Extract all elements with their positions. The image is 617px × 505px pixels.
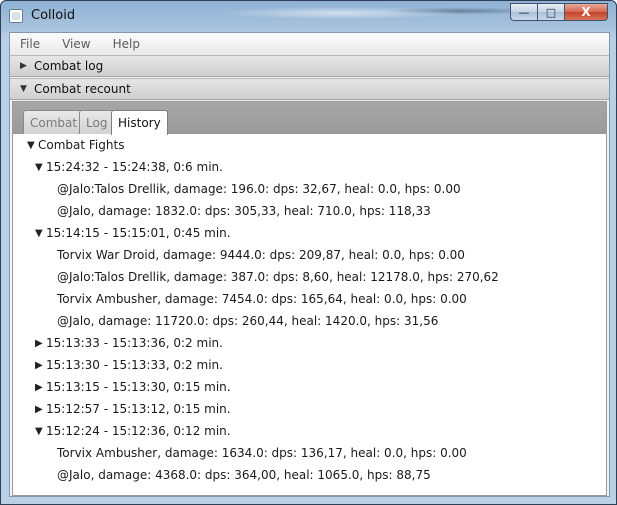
tree-expanded-icon[interactable]: ▼	[27, 140, 38, 151]
tree-item-combatant[interactable]: Torvix Ambusher, damage: 7454.0: dps: 16…	[13, 288, 606, 310]
tree-item-fight[interactable]: ▼ 15:14:15 - 15:15:01, 0:45 min.	[13, 222, 606, 244]
tree-item-combatant[interactable]: @Jalo:Talos Drellik, damage: 387.0: dps:…	[13, 266, 606, 288]
minimize-button[interactable]: —	[510, 3, 537, 21]
tree-collapsed-icon[interactable]: ▶	[35, 382, 46, 393]
tab-log[interactable]: Log	[79, 110, 115, 134]
tree-item-combatant[interactable]: Torvix Ambusher, damage: 1634.0: dps: 13…	[13, 442, 606, 464]
client-area: File View Help ▶ Combat log ▼ Combat rec…	[9, 32, 610, 497]
combatant-stats-label: @Jalo, damage: 1832.0: dps: 305,33, heal…	[57, 204, 431, 218]
caption-buttons: — □ X	[510, 3, 608, 21]
fight-time-label: 15:13:33 - 15:13:36, 0:2 min.	[46, 336, 223, 350]
combat-log-label: Combat log	[34, 59, 104, 73]
menu-view[interactable]: View	[62, 37, 90, 51]
tree-expanded-icon[interactable]: ▼	[35, 228, 46, 239]
tab-pane: Combat Log History ▼ Combat Fights ▼ 15:24:…	[12, 101, 607, 496]
tab-strip: Combat Log History	[13, 102, 606, 135]
tree-collapsed-icon[interactable]: ▶	[35, 338, 46, 349]
tree-root-label: Combat Fights	[38, 138, 125, 152]
combatant-stats-label: @Jalo, damage: 4368.0: dps: 364,00, heal…	[57, 468, 431, 482]
tree-item-fight[interactable]: ▶ 15:12:57 - 15:13:12, 0:15 min.	[13, 398, 606, 420]
combat-recount-label: Combat recount	[34, 82, 131, 96]
combatant-stats-label: @Jalo:Talos Drellik, damage: 387.0: dps:…	[57, 270, 499, 284]
tree-collapsed-icon[interactable]: ▶	[35, 360, 46, 371]
tree-item-fight[interactable]: ▶ 15:13:33 - 15:13:36, 0:2 min.	[13, 332, 606, 354]
maximize-button[interactable]: □	[537, 3, 564, 21]
combatant-stats-label: Torvix War Droid, damage: 9444.0: dps: 2…	[57, 248, 465, 262]
tree-expanded-icon[interactable]: ▼	[35, 162, 46, 173]
fight-time-label: 15:12:24 - 15:12:36, 0:12 min.	[46, 424, 231, 438]
fight-time-label: 15:13:30 - 15:13:33, 0:2 min.	[46, 358, 223, 372]
combatant-stats-label: @Jalo:Talos Drellik, damage: 196.0: dps:…	[57, 182, 461, 196]
menu-help[interactable]: Help	[113, 37, 140, 51]
app-icon	[9, 9, 23, 23]
combat-recount-pane-header[interactable]: ▼ Combat recount	[10, 78, 609, 100]
tree-item-combatant[interactable]: @Jalo, damage: 11720.0: dps: 260,44, hea…	[13, 310, 606, 332]
combat-log-pane-header[interactable]: ▶ Combat log	[10, 55, 609, 77]
fight-time-label: 15:24:32 - 15:24:38, 0:6 min.	[46, 160, 223, 174]
combatant-stats-label: @Jalo, damage: 11720.0: dps: 260,44, hea…	[57, 314, 439, 328]
title-bar[interactable]: Colloid — □ X	[1, 1, 616, 31]
menu-bar: File View Help	[10, 33, 609, 55]
tree-item-fight[interactable]: ▼ 15:24:32 - 15:24:38, 0:6 min.	[13, 156, 606, 178]
combatant-stats-label: Torvix Ambusher, damage: 1634.0: dps: 13…	[57, 446, 467, 460]
tree-item-fight[interactable]: ▶ 15:13:30 - 15:13:33, 0:2 min.	[13, 354, 606, 376]
tree-item-combatant[interactable]: @Jalo, damage: 4368.0: dps: 364,00, heal…	[13, 464, 606, 486]
tree-item-combatant[interactable]: @Jalo, damage: 1832.0: dps: 305,33, heal…	[13, 200, 606, 222]
fight-time-label: 15:12:57 - 15:13:12, 0:15 min.	[46, 402, 231, 416]
fight-time-label: 15:13:15 - 15:13:30, 0:15 min.	[46, 380, 231, 394]
menu-file[interactable]: File	[20, 37, 40, 51]
tree-item-combatant[interactable]: @Jalo:Talos Drellik, damage: 196.0: dps:…	[13, 178, 606, 200]
expanded-arrow-icon: ▼	[20, 84, 27, 94]
tree-collapsed-icon[interactable]: ▶	[35, 404, 46, 415]
close-button[interactable]: X	[564, 3, 608, 21]
tree-expanded-icon[interactable]: ▼	[35, 426, 46, 437]
fight-time-label: 15:14:15 - 15:15:01, 0:45 min.	[46, 226, 231, 240]
collapsed-arrow-icon: ▶	[20, 61, 27, 71]
combatant-stats-label: Torvix Ambusher, damage: 7454.0: dps: 16…	[57, 292, 467, 306]
tree-item-combatant[interactable]: Torvix War Droid, damage: 9444.0: dps: 2…	[13, 244, 606, 266]
tree-item-fight[interactable]: ▼ 15:12:24 - 15:12:36, 0:12 min.	[13, 420, 606, 442]
tree-root-combat-fights[interactable]: ▼ Combat Fights	[13, 134, 606, 156]
window-title: Colloid	[31, 8, 76, 23]
tree-item-fight[interactable]: ▶ 15:13:15 - 15:13:30, 0:15 min.	[13, 376, 606, 398]
tab-combat[interactable]: Combat	[23, 110, 85, 134]
tab-history[interactable]: History	[111, 110, 168, 135]
app-window: Colloid — □ X File View Help ▶ Combat lo…	[0, 0, 617, 505]
history-tree: ▼ Combat Fights ▼ 15:24:32 - 15:24:38, 0:6 …	[13, 134, 606, 486]
